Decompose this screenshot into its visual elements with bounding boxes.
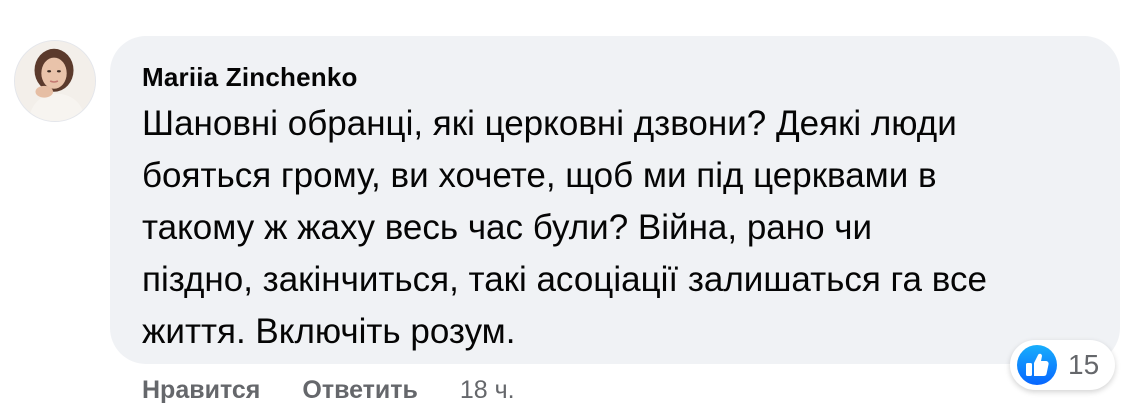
reactions-summary[interactable]: 15 [1010, 340, 1116, 390]
like-thumbs-up-icon [1016, 344, 1058, 386]
comment-text: Шановні обранці, які церковні дзвони? Де… [142, 104, 987, 351]
reply-button[interactable]: Ответить [302, 376, 418, 405]
timestamp-link[interactable]: 18 ч. [460, 376, 515, 405]
user-avatar-photo [15, 41, 95, 121]
comment-actions: Нравится Ответить 18 ч. [142, 370, 515, 410]
comment-bubble: Mariia Zinchenko Шановні обранці, які це… [110, 36, 1120, 364]
comment-author[interactable]: Mariia Zinchenko [142, 60, 1088, 94]
avatar[interactable] [14, 40, 96, 122]
like-button[interactable]: Нравится [142, 376, 260, 405]
reaction-count: 15 [1068, 349, 1100, 380]
